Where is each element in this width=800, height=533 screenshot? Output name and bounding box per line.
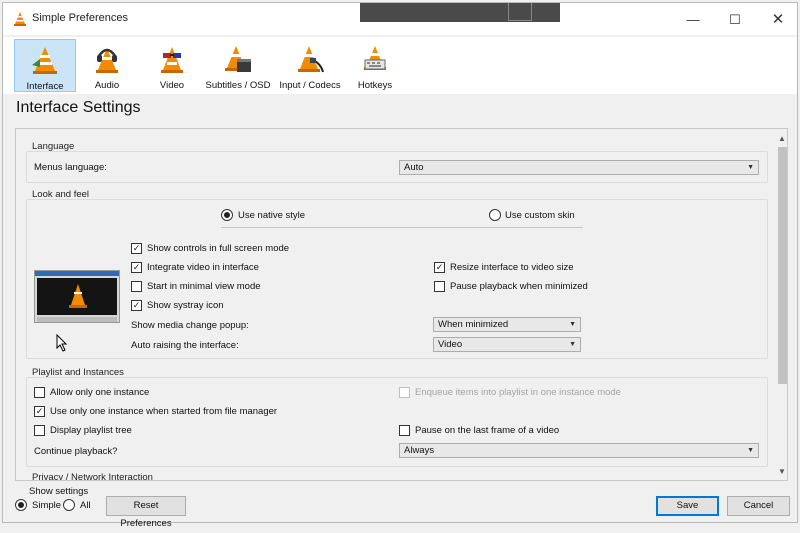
show-settings-label: Show settings bbox=[29, 486, 89, 497]
chevron-down-icon: ▼ bbox=[569, 321, 576, 328]
preferences-window: Simple Preferences — ☐ ✕ Interface Audio… bbox=[2, 2, 798, 529]
window-title: Simple Preferences bbox=[32, 12, 128, 24]
auto-raise-value: Video bbox=[438, 339, 463, 350]
minimize-button[interactable]: — bbox=[678, 10, 708, 30]
title-bar: Simple Preferences — ☐ ✕ bbox=[3, 3, 797, 35]
cone-glasses-icon bbox=[161, 47, 183, 73]
systray-checkbox[interactable]: ✓ bbox=[131, 300, 142, 311]
chevron-down-icon: ▼ bbox=[747, 164, 754, 171]
page-title: Interface Settings bbox=[16, 99, 141, 116]
vlc-cone-icon bbox=[14, 12, 26, 26]
tab-input-codecs[interactable]: Input / Codecs bbox=[276, 39, 344, 92]
tab-subtitles-osd[interactable]: Subtitles / OSD bbox=[204, 39, 272, 92]
native-style-radio[interactable] bbox=[221, 209, 233, 221]
one-instance-file-manager-checkbox[interactable]: ✓ bbox=[34, 406, 45, 417]
pause-minimized-label: Pause playback when minimized bbox=[450, 281, 588, 292]
close-button[interactable]: ✕ bbox=[763, 10, 793, 30]
cone-headphones-icon bbox=[96, 48, 118, 73]
auto-raise-select[interactable]: Video ▼ bbox=[433, 337, 581, 352]
continue-playback-value: Always bbox=[404, 445, 435, 456]
look-and-feel-group bbox=[26, 199, 768, 359]
one-instance-label: Allow only one instance bbox=[50, 387, 150, 398]
vertical-scrollbar[interactable]: ▲ ▼ bbox=[776, 129, 787, 480]
chevron-down-icon: ▼ bbox=[569, 341, 576, 348]
show-simple-label: Simple bbox=[32, 500, 62, 511]
category-toolbar: Interface Audio Video Subtitles / OSD In… bbox=[3, 37, 797, 94]
enqueue-label: Enqueue items into playlist in one insta… bbox=[415, 387, 621, 398]
section-privacy-network: Privacy / Network Interaction bbox=[32, 472, 153, 481]
integrate-video-label: Integrate video in interface bbox=[147, 262, 259, 273]
fullscreen-controls-label: Show controls in full screen mode bbox=[147, 243, 290, 254]
tab-audio[interactable]: Audio bbox=[81, 39, 133, 92]
maximize-button[interactable]: ☐ bbox=[720, 10, 750, 30]
show-simple-radio[interactable] bbox=[15, 499, 27, 511]
pause-last-frame-label: Pause on the last frame of a video bbox=[415, 425, 560, 436]
native-style-label: Use native style bbox=[238, 210, 306, 221]
tab-interface[interactable]: Interface bbox=[14, 39, 76, 92]
cone-clapper-icon bbox=[225, 46, 251, 72]
save-button[interactable]: Save bbox=[656, 496, 719, 516]
playlist-tree-checkbox[interactable] bbox=[34, 425, 45, 436]
continue-playback-label: Continue playback? bbox=[34, 446, 118, 457]
tab-video[interactable]: Video bbox=[146, 39, 198, 92]
cancel-button[interactable]: Cancel bbox=[727, 496, 790, 516]
media-popup-label: Show media change popup: bbox=[131, 320, 249, 331]
one-instance-checkbox[interactable] bbox=[34, 387, 45, 398]
pause-minimized-checkbox[interactable] bbox=[434, 281, 445, 292]
menus-language-label: Menus language: bbox=[34, 162, 107, 173]
tab-label: Audio bbox=[94, 80, 120, 91]
enqueue-checkbox[interactable] bbox=[399, 387, 410, 398]
minimal-view-label: Start in minimal view mode bbox=[147, 281, 261, 292]
resize-interface-label: Resize interface to video size bbox=[450, 262, 574, 273]
interface-preview-image bbox=[34, 270, 120, 323]
media-popup-select[interactable]: When minimized ▼ bbox=[433, 317, 581, 332]
reset-preferences-button[interactable]: Reset Preferences bbox=[106, 496, 186, 529]
pause-last-frame-checkbox[interactable] bbox=[399, 425, 410, 436]
overlay-bar bbox=[360, 3, 560, 22]
scrollbar-thumb[interactable] bbox=[778, 147, 787, 384]
preview-cone-icon bbox=[69, 284, 87, 308]
chevron-down-icon: ▼ bbox=[747, 447, 754, 454]
cone-interface-icon bbox=[32, 47, 57, 74]
one-instance-file-manager-label: Use only one instance when started from … bbox=[50, 406, 278, 417]
media-popup-value: When minimized bbox=[438, 319, 509, 330]
integrate-video-checkbox[interactable]: ✓ bbox=[131, 262, 142, 273]
minimal-view-checkbox[interactable] bbox=[131, 281, 142, 292]
cone-keyboard-icon bbox=[364, 46, 386, 70]
scroll-up-arrow-icon[interactable]: ▲ bbox=[776, 133, 787, 145]
continue-playback-select[interactable]: Always ▼ bbox=[399, 443, 759, 458]
mouse-cursor-icon bbox=[56, 334, 68, 352]
auto-raise-label: Auto raising the interface: bbox=[131, 340, 239, 351]
menus-language-value: Auto bbox=[404, 162, 424, 173]
tab-label: Input / Codecs bbox=[279, 80, 341, 91]
tab-label: Interface bbox=[26, 81, 64, 92]
cone-plug-icon bbox=[298, 46, 324, 73]
custom-skin-radio[interactable] bbox=[489, 209, 501, 221]
show-all-label: All bbox=[80, 500, 91, 511]
tab-hotkeys[interactable]: Hotkeys bbox=[349, 39, 401, 92]
settings-panel[interactable]: Language Menus language: Auto ▼ Look and… bbox=[15, 128, 788, 481]
resize-interface-checkbox[interactable]: ✓ bbox=[434, 262, 445, 273]
style-divider bbox=[221, 227, 583, 228]
tab-label: Hotkeys bbox=[357, 80, 393, 91]
scroll-down-arrow-icon[interactable]: ▼ bbox=[776, 466, 787, 478]
menus-language-select[interactable]: Auto ▼ bbox=[399, 160, 759, 175]
custom-skin-label: Use custom skin bbox=[505, 210, 575, 221]
playlist-tree-label: Display playlist tree bbox=[50, 425, 132, 436]
tab-label: Subtitles / OSD bbox=[205, 80, 271, 91]
systray-label: Show systray icon bbox=[147, 300, 224, 311]
tab-label: Video bbox=[159, 80, 185, 91]
show-all-radio[interactable] bbox=[63, 499, 75, 511]
fullscreen-controls-checkbox[interactable]: ✓ bbox=[131, 243, 142, 254]
